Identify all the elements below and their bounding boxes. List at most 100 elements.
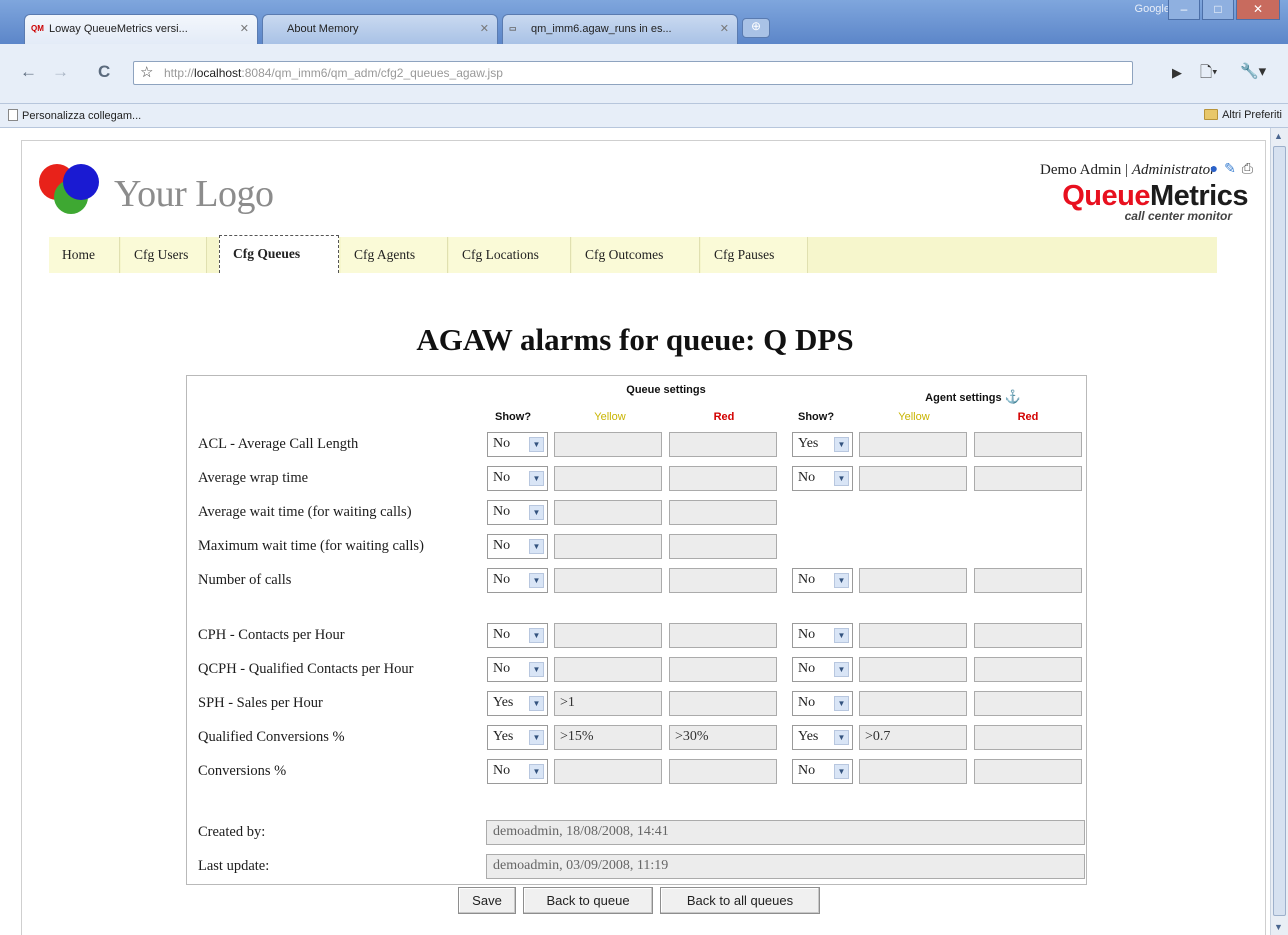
queue-yellow-field[interactable] [554,759,662,784]
tab-about-memory[interactable]: About Memory ✕ [262,14,498,44]
tab-agaw-runs[interactable]: ▭ qm_imm6.agaw_runs in es... ✕ [502,14,738,44]
close-icon[interactable]: ✕ [480,22,489,35]
tab-cfg-outcomes[interactable]: Cfg Outcomes [572,237,700,273]
queue-show-select[interactable]: No ▼ [487,500,548,525]
tab-home[interactable]: Home [49,237,120,273]
scroll-up-icon[interactable]: ▲ [1274,131,1283,141]
agent-show-select[interactable]: Yes ▼ [792,725,853,750]
agent-yellow-field[interactable] [859,759,967,784]
play-icon[interactable]: ▶ [1172,65,1182,81]
queue-red-field[interactable] [669,759,777,784]
tab-cfg-pauses[interactable]: Cfg Pauses [701,237,808,273]
agent-red-field[interactable] [974,657,1082,682]
tab-queuemetrics[interactable]: QM Loway QueueMetrics versi... ✕ [24,14,258,44]
agent-show-select[interactable]: No ▼ [792,466,853,491]
scroll-down-icon[interactable]: ▼ [1274,922,1283,932]
queue-red-field[interactable] [669,466,777,491]
queue-show-select[interactable]: No ▼ [487,623,548,648]
queue-red-field[interactable]: >30% [669,725,777,750]
queue-yellow-field[interactable] [554,623,662,648]
agent-yellow-field[interactable] [859,568,967,593]
queue-red-field[interactable] [669,691,777,716]
close-icon[interactable]: ✕ [240,22,249,35]
back-icon[interactable]: ← [20,62,37,82]
pin-icon[interactable]: ✎ [1224,160,1236,177]
metric-label: Qualified Conversions % [198,729,345,745]
agent-settings-label: Agent settings [925,392,1002,404]
queue-yellow-field[interactable] [554,657,662,682]
queue-yellow-field[interactable]: >15% [554,725,662,750]
agent-red-field[interactable] [974,759,1082,784]
agent-show-select[interactable]: No ▼ [792,568,853,593]
tab-cfg-queues[interactable]: Cfg Queues [219,235,339,273]
back-to-queue-button[interactable]: Back to queue [523,887,653,914]
tab-cfg-users[interactable]: Cfg Users [121,237,207,273]
agent-red-field[interactable] [974,725,1082,750]
queue-show-select[interactable]: Yes ▼ [487,691,548,716]
queue-yellow-field[interactable] [554,432,662,457]
queue-show-select[interactable]: No ▼ [487,657,548,682]
agent-yellow-field[interactable] [859,623,967,648]
agent-red-field[interactable] [974,432,1082,457]
agent-show-select[interactable]: Yes ▼ [792,432,853,457]
save-button[interactable]: Save [458,887,516,914]
metric-label: Conversions % [198,763,287,779]
queue-yellow-field[interactable] [554,500,662,525]
queue-show-select[interactable]: Yes ▼ [487,725,548,750]
queue-show-select[interactable]: No ▼ [487,432,548,457]
queue-red-field[interactable] [669,432,777,457]
chevron-down-icon: ▼ [834,730,849,745]
printer-icon[interactable]: ⎙ [1242,160,1253,177]
tab-cfg-locations[interactable]: Cfg Locations [449,237,571,273]
agent-yellow-field[interactable] [859,691,967,716]
queue-show-select[interactable]: No ▼ [487,568,548,593]
minimize-button[interactable]: – [1168,0,1200,20]
browser-titlebar: QM Loway QueueMetrics versi... ✕ About M… [0,0,1288,44]
queue-red-field[interactable] [669,500,777,525]
agent-red-field[interactable] [974,691,1082,716]
agent-yellow-field[interactable] [859,657,967,682]
last-update-label: Last update: [198,858,270,874]
bookmark-label: Altri Preferiti [1222,109,1282,121]
new-tab-button[interactable]: ⊕ [742,18,770,38]
customize-links-bookmark[interactable]: Personalizza collegam... [8,109,141,122]
metric-label: CPH - Contacts per Hour [198,627,345,643]
bookmark-star-icon[interactable]: ☆ [140,63,153,81]
agent-red-field[interactable] [974,623,1082,648]
queue-yellow-field[interactable] [554,466,662,491]
back-to-all-queues-button[interactable]: Back to all queues [660,887,820,914]
queue-yellow-field[interactable] [554,534,662,559]
queue-yellow-field[interactable] [554,568,662,593]
agent-show-select[interactable]: No ▼ [792,657,853,682]
scroll-thumb[interactable] [1273,146,1286,916]
agent-show-select[interactable]: No ▼ [792,623,853,648]
queue-yellow-field[interactable]: >1 [554,691,662,716]
agent-yellow-field[interactable] [859,466,967,491]
forward-icon[interactable]: → [52,62,69,82]
agent-yellow-field[interactable]: >0.7 [859,725,967,750]
queue-red-field[interactable] [669,568,777,593]
queue-show-select[interactable]: No ▼ [487,534,548,559]
reload-icon[interactable]: C [98,62,110,82]
agent-yellow-field[interactable] [859,432,967,457]
queue-show-select[interactable]: No ▼ [487,466,548,491]
agent-red-field[interactable] [974,466,1082,491]
select-value: Yes [493,729,514,744]
agent-show-select[interactable]: No ▼ [792,759,853,784]
tab-cfg-agents[interactable]: Cfg Agents [341,237,448,273]
close-window-button[interactable]: ✕ [1236,0,1280,20]
address-bar[interactable]: http://localhost:8084/qm_imm6/qm_adm/cfg… [133,61,1133,85]
queue-show-select[interactable]: No ▼ [487,759,548,784]
queue-red-field[interactable] [669,534,777,559]
page-menu-icon[interactable]: 🗋▾ [1200,62,1218,87]
other-bookmarks-folder[interactable]: Altri Preferiti [1204,109,1282,121]
agent-show-select[interactable]: No ▼ [792,691,853,716]
agent-red-field[interactable] [974,568,1082,593]
queue-red-field[interactable] [669,657,777,682]
maximize-button[interactable]: □ [1202,0,1234,20]
info-icon[interactable]: ● [1210,160,1218,177]
vertical-scrollbar[interactable]: ▲ ▼ [1270,128,1288,935]
wrench-icon[interactable]: 🔧▾ [1240,62,1266,80]
close-icon[interactable]: ✕ [720,22,729,35]
queue-red-field[interactable] [669,623,777,648]
